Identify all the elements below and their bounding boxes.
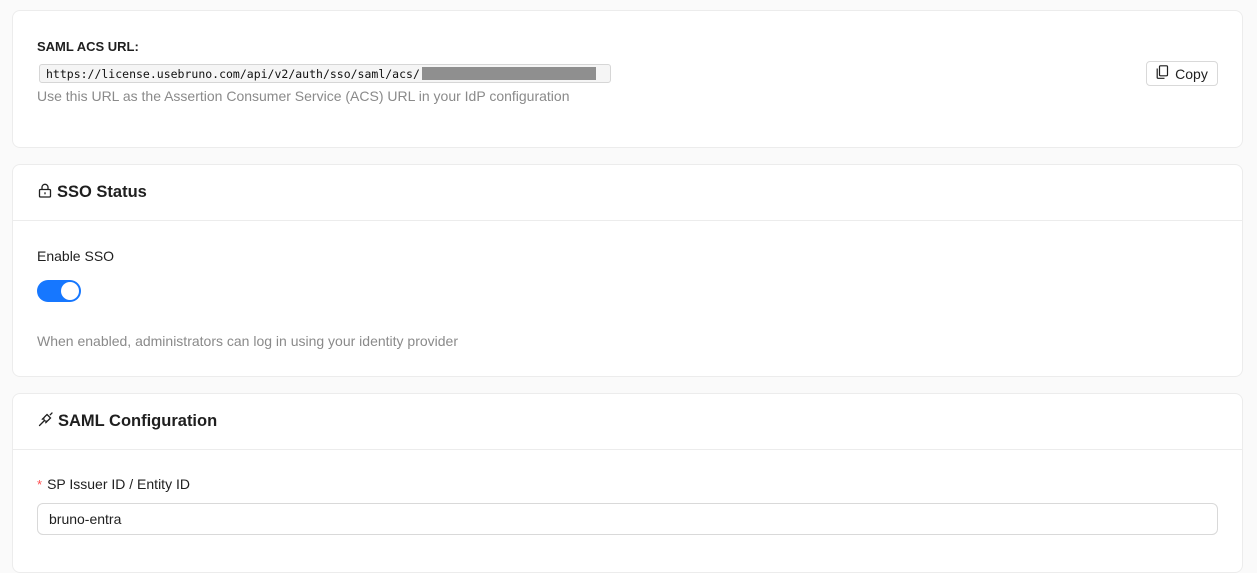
enable-sso-toggle[interactable] — [37, 280, 81, 302]
saml-config-card: SAML Configuration * SP Issuer ID / Entit… — [12, 393, 1243, 573]
copy-label: Copy — [1175, 65, 1208, 82]
copy-button[interactable]: Copy — [1146, 61, 1218, 86]
sp-issuer-label: * SP Issuer ID / Entity ID — [37, 476, 190, 492]
sp-issuer-input[interactable] — [37, 503, 1218, 535]
saml-config-header: SAML Configuration — [13, 394, 1242, 450]
lock-icon — [38, 183, 52, 203]
acs-url-value[interactable]: https://license.usebruno.com/api/v2/auth… — [39, 64, 611, 83]
sso-status-card: SSO Status Enable SSO When enabled, admi… — [12, 164, 1243, 377]
sso-status-title: SSO Status — [57, 183, 147, 201]
sso-status-helper: When enabled, administrators can log in … — [37, 333, 459, 349]
plug-icon — [38, 411, 53, 432]
enable-sso-label: Enable SSO — [37, 248, 115, 264]
redacted-block — [421, 67, 596, 80]
required-mark: * — [37, 477, 43, 492]
acs-url-label: SAML ACS URL: — [37, 39, 139, 54]
sso-status-header: SSO Status — [13, 165, 1242, 221]
toggle-knob — [61, 282, 79, 300]
saml-config-title: SAML Configuration — [58, 412, 218, 430]
acs-url-helper: Use this URL as the Assertion Consumer S… — [37, 88, 570, 104]
acs-url-card: SAML ACS URL: https://license.usebruno.c… — [12, 10, 1243, 148]
acs-url-text: https://license.usebruno.com/api/v2/auth… — [46, 66, 420, 81]
sp-issuer-label-text: SP Issuer ID / Entity ID — [47, 476, 190, 492]
copy-icon — [1156, 65, 1169, 82]
